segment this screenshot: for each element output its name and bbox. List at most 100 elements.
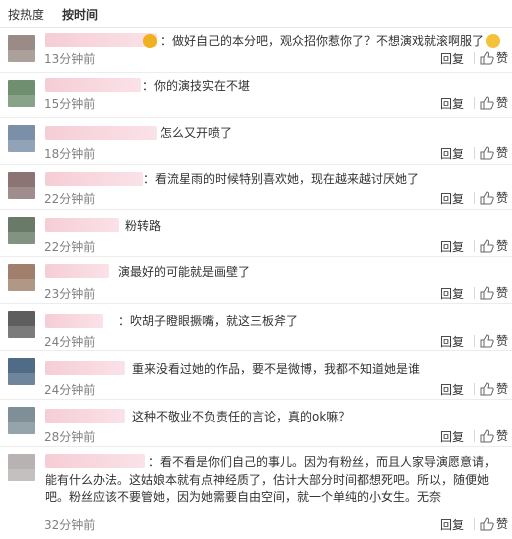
comment-text: 重来没看过她的作品，要不是微博，我都不知道她是谁 — [132, 362, 421, 376]
comment-time: 22分钟前 — [44, 240, 96, 254]
divider — [474, 335, 475, 347]
divider — [474, 287, 475, 299]
like-label: 赞 — [495, 517, 508, 531]
comment-time: 13分钟前 — [44, 52, 96, 66]
comment-text: 这种不敬业不负责任的言论，真的ok嘛？ — [132, 410, 351, 424]
like-label: 赞 — [495, 51, 508, 65]
comment-item: ：看不看是你们自己的事儿。因为有粉丝，而且人家导演愿意请，能有什么办法。这姑娘本… — [0, 448, 512, 539]
username-blurred[interactable] — [45, 361, 125, 375]
divider — [474, 52, 475, 64]
like-button[interactable]: 赞 — [480, 189, 508, 206]
like-button[interactable]: 赞 — [480, 380, 508, 397]
comment-text: ：看流星雨的时候特别喜欢她，现在越来越讨厌她了 — [143, 172, 420, 186]
like-button[interactable]: 赞 — [480, 144, 508, 161]
comment-item: ：吹胡子瞪眼撅嘴，就这三板斧了 24分钟前 回复 赞 — [0, 305, 512, 351]
comment-item: ：你的演技实在不堪 15分钟前 回复 赞 — [0, 74, 512, 118]
avatar[interactable] — [8, 125, 35, 152]
reply-button[interactable]: 回复 — [440, 50, 464, 67]
reply-button[interactable]: 回复 — [440, 145, 464, 162]
avatar[interactable] — [8, 454, 35, 481]
divider — [474, 518, 475, 530]
like-button[interactable]: 赞 — [480, 94, 508, 111]
reply-button[interactable]: 回复 — [440, 190, 464, 207]
like-label: 赞 — [495, 382, 508, 396]
username-blurred[interactable] — [45, 78, 141, 92]
avatar[interactable] — [8, 35, 35, 62]
emoji-icon — [486, 34, 500, 48]
like-label: 赞 — [495, 334, 508, 348]
like-button[interactable]: 赞 — [480, 284, 508, 301]
thumb-up-icon — [480, 516, 494, 530]
comment-time: 22分钟前 — [44, 192, 96, 206]
divider — [474, 97, 475, 109]
reply-button[interactable]: 回复 — [440, 238, 464, 255]
avatar[interactable] — [8, 407, 35, 434]
divider — [474, 147, 475, 159]
comment-time: 24分钟前 — [44, 335, 96, 349]
avatar[interactable] — [8, 311, 35, 338]
thumb-up-icon — [480, 381, 494, 395]
reply-button[interactable]: 回复 — [440, 95, 464, 112]
thumb-up-icon — [480, 95, 494, 109]
sort-by-time-tab[interactable]: 按时间 — [62, 6, 98, 23]
reply-button[interactable]: 回复 — [440, 381, 464, 398]
username-blurred[interactable] — [45, 314, 103, 328]
avatar[interactable] — [8, 358, 35, 385]
comment-text: ：做好自己的本分吧，观众招你惹你了？不想演戏就滚啊服了 — [160, 34, 485, 48]
username-blurred[interactable] — [45, 218, 119, 232]
comment-time: 24分钟前 — [44, 383, 96, 397]
like-button[interactable]: 赞 — [480, 515, 508, 532]
comment-item: 重来没看过她的作品，要不是微博，我都不知道她是谁 24分钟前 回复 赞 — [0, 352, 512, 400]
like-label: 赞 — [495, 286, 508, 300]
comment-time: 23分钟前 — [44, 287, 96, 301]
avatar[interactable] — [8, 217, 35, 244]
comment-item: 粉转路 22分钟前 回复 赞 — [0, 211, 512, 257]
thumb-up-icon — [480, 428, 494, 442]
comment-item: 这种不敬业不负责任的言论，真的ok嘛？ 28分钟前 回复 赞 — [0, 401, 512, 447]
comment-item: 演最好的可能就是画壁了 23分钟前 回复 赞 — [0, 258, 512, 304]
thumb-up-icon — [480, 50, 494, 64]
divider — [474, 383, 475, 395]
thumb-up-icon — [480, 285, 494, 299]
like-label: 赞 — [495, 146, 508, 160]
like-label: 赞 — [495, 239, 508, 253]
like-label: 赞 — [495, 96, 508, 110]
username-blurred[interactable] — [45, 172, 143, 186]
like-button[interactable]: 赞 — [480, 427, 508, 444]
like-button[interactable]: 赞 — [480, 332, 508, 349]
emoji-icon — [143, 34, 157, 48]
comment-text: 怎么又开喷了 — [160, 126, 233, 140]
divider — [474, 240, 475, 252]
comment-text: 演最好的可能就是画壁了 — [118, 265, 251, 279]
like-button[interactable]: 赞 — [480, 49, 508, 66]
like-label: 赞 — [495, 191, 508, 205]
comment-time: 28分钟前 — [44, 430, 96, 444]
username-blurred[interactable] — [45, 126, 157, 140]
comment-item: ：做好自己的本分吧，观众招你惹你了？不想演戏就滚啊服了 13分钟前 回复 赞 — [0, 29, 512, 73]
reply-button[interactable]: 回复 — [440, 516, 464, 533]
username-blurred[interactable] — [45, 264, 109, 278]
comment-text: ：看不看是你们自己的事儿。因为有粉丝，而且人家导演愿意请，能有什么办法。这姑娘本… — [45, 455, 497, 504]
thumb-up-icon — [480, 145, 494, 159]
comment-time: 18分钟前 — [44, 147, 96, 161]
thumb-up-icon — [480, 238, 494, 252]
sort-by-hot-tab[interactable]: 按热度 — [8, 6, 44, 23]
like-button[interactable]: 赞 — [480, 237, 508, 254]
reply-button[interactable]: 回复 — [440, 333, 464, 350]
reply-button[interactable]: 回复 — [440, 285, 464, 302]
comment-item: 怎么又开喷了 18分钟前 回复 赞 — [0, 119, 512, 165]
comment-text: 粉转路 — [125, 219, 162, 233]
username-blurred[interactable] — [45, 33, 157, 47]
avatar[interactable] — [8, 80, 35, 107]
divider — [474, 430, 475, 442]
avatar[interactable] — [8, 264, 35, 291]
comment-time: 32分钟前 — [44, 518, 96, 532]
comment-item: ：看流星雨的时候特别喜欢她，现在越来越讨厌她了 22分钟前 回复 赞 — [0, 166, 512, 210]
avatar[interactable] — [8, 172, 35, 199]
comment-time: 15分钟前 — [44, 97, 96, 111]
username-blurred[interactable] — [45, 409, 125, 423]
reply-button[interactable]: 回复 — [440, 428, 464, 445]
like-label: 赞 — [495, 429, 508, 443]
thumb-up-icon — [480, 333, 494, 347]
comment-text: ：你的演技实在不堪 — [142, 79, 251, 93]
